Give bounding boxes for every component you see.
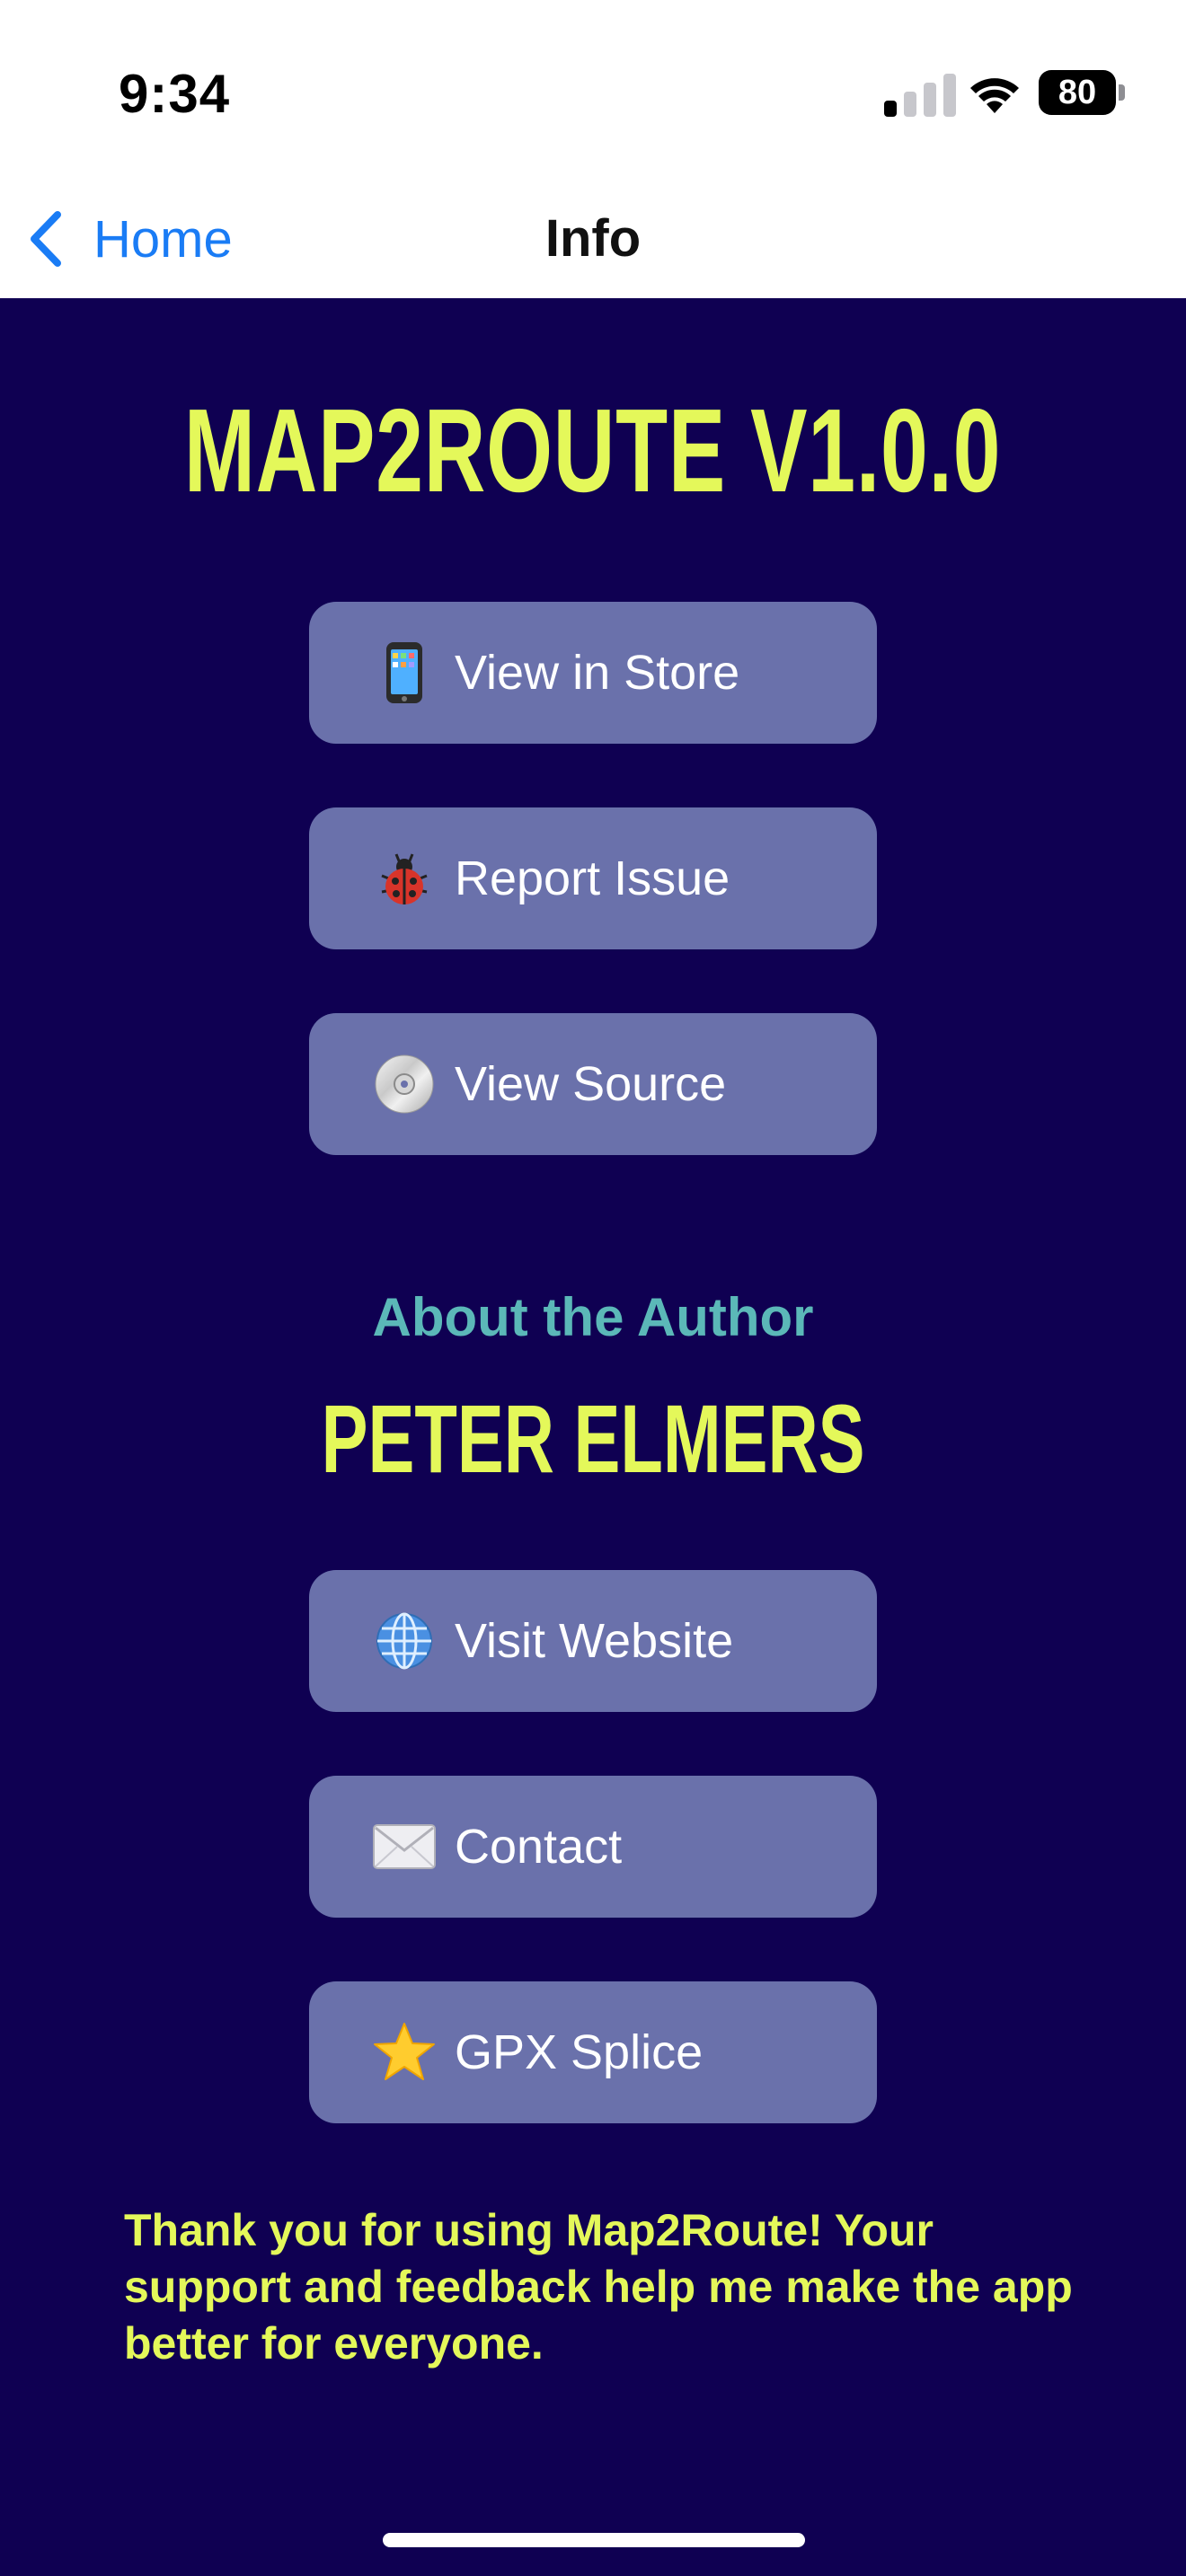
visit-website-label: Visit Website bbox=[455, 1614, 734, 1668]
globe-icon bbox=[372, 1609, 437, 1673]
status-time: 9:34 bbox=[119, 64, 231, 124]
status-bar: 9:34 80 bbox=[0, 0, 1186, 180]
mobile-phone-icon bbox=[372, 640, 437, 705]
navigation-bar: Home Info bbox=[0, 180, 1186, 298]
home-indicator[interactable] bbox=[383, 2533, 805, 2547]
report-issue-button[interactable]: Report Issue bbox=[309, 807, 877, 949]
view-source-button[interactable]: View Source bbox=[309, 1013, 877, 1155]
thank-you-message: Thank you for using Map2Route! Your supp… bbox=[124, 2205, 1073, 2369]
contact-label: Contact bbox=[455, 1820, 623, 1874]
battery-icon: 80 bbox=[1039, 70, 1125, 115]
wifi-icon bbox=[970, 78, 1019, 113]
battery-level: 80 bbox=[1039, 70, 1116, 115]
ladybug-icon bbox=[372, 846, 437, 911]
view-in-store-button[interactable]: View in Store bbox=[309, 602, 877, 744]
report-issue-label: Report Issue bbox=[455, 851, 730, 905]
view-in-store-label: View in Store bbox=[455, 646, 740, 700]
gpx-splice-label: GPX Splice bbox=[455, 2025, 704, 2079]
optical-disc-icon bbox=[372, 1052, 437, 1116]
app-title: MAP2ROUTE V1.0.0 bbox=[184, 384, 1002, 516]
page-title: Info bbox=[544, 209, 642, 268]
about-author-heading: About the Author bbox=[372, 1287, 814, 1347]
star-icon bbox=[372, 2020, 437, 2085]
info-content: MAP2ROUTE V1.0.0 View in Store Report Is… bbox=[0, 298, 1186, 2576]
envelope-icon bbox=[372, 1814, 437, 1879]
contact-button[interactable]: Contact bbox=[309, 1776, 877, 1918]
author-name: PETER ELMERS bbox=[321, 1384, 865, 1493]
gpx-splice-button[interactable]: GPX Splice bbox=[309, 1981, 877, 2123]
view-source-label: View Source bbox=[455, 1057, 727, 1111]
cellular-signal-icon bbox=[884, 74, 956, 117]
visit-website-button[interactable]: Visit Website bbox=[309, 1570, 877, 1712]
